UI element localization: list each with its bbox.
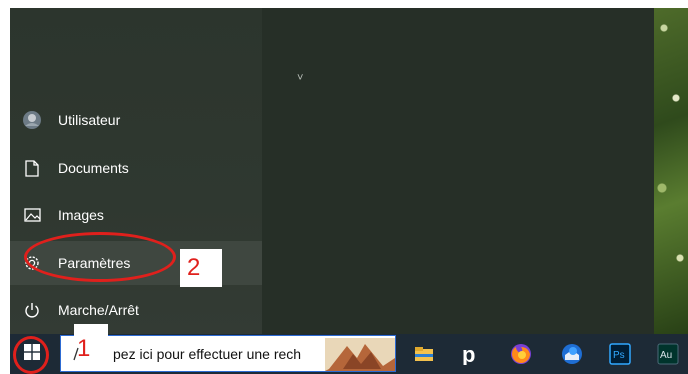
start-item-images[interactable]: Images xyxy=(10,193,262,237)
annotation-ellipse-start xyxy=(13,336,49,374)
start-item-documents-label: Documents xyxy=(58,160,129,176)
pandora-p-label: p xyxy=(462,343,475,365)
start-menu-left-rail: Utilisateur Documents Images Paramètres … xyxy=(10,8,262,334)
annotation-number-1: 1 xyxy=(77,335,91,362)
left-border xyxy=(0,0,10,374)
chevron-down-icon[interactable]: ˅ xyxy=(297,72,303,84)
power-icon xyxy=(10,302,54,318)
thunderbird-icon[interactable] xyxy=(552,334,592,374)
desktop-wallpaper xyxy=(654,8,688,334)
start-item-images-label: Images xyxy=(58,207,104,223)
audition-label: Au xyxy=(660,350,672,361)
taskbar: pez ici pour effectuer une rech p Ps Au xyxy=(10,334,688,374)
annotation-ellipse-settings xyxy=(24,232,176,282)
start-tiles-area: ˅ xyxy=(262,8,654,334)
pandora-p-icon[interactable]: p xyxy=(450,334,490,374)
start-menu: Utilisateur Documents Images Paramètres … xyxy=(10,8,654,334)
user-avatar-icon xyxy=(10,110,54,130)
start-item-power-label: Marche/Arrêt xyxy=(58,302,139,318)
desktop-screen: Utilisateur Documents Images Paramètres … xyxy=(0,0,688,374)
image-icon xyxy=(10,208,54,222)
audition-icon[interactable]: Au xyxy=(648,334,688,374)
search-highlight-image xyxy=(325,338,395,371)
document-icon xyxy=(10,159,54,177)
file-explorer-icon[interactable] xyxy=(404,334,444,374)
taskbar-search-box[interactable]: pez ici pour effectuer une rech xyxy=(60,335,396,372)
photoshop-icon[interactable]: Ps xyxy=(600,334,640,374)
start-item-power[interactable]: Marche/Arrêt xyxy=(10,288,262,332)
firefox-icon[interactable] xyxy=(501,334,541,374)
search-placeholder: pez ici pour effectuer une rech xyxy=(113,346,302,362)
annotation-number-2: 2 xyxy=(187,254,201,281)
top-border xyxy=(0,0,688,8)
start-item-user-label: Utilisateur xyxy=(58,112,121,128)
start-item-documents[interactable]: Documents xyxy=(10,146,262,190)
photoshop-label: Ps xyxy=(613,350,625,361)
start-item-user[interactable]: Utilisateur xyxy=(10,98,262,142)
